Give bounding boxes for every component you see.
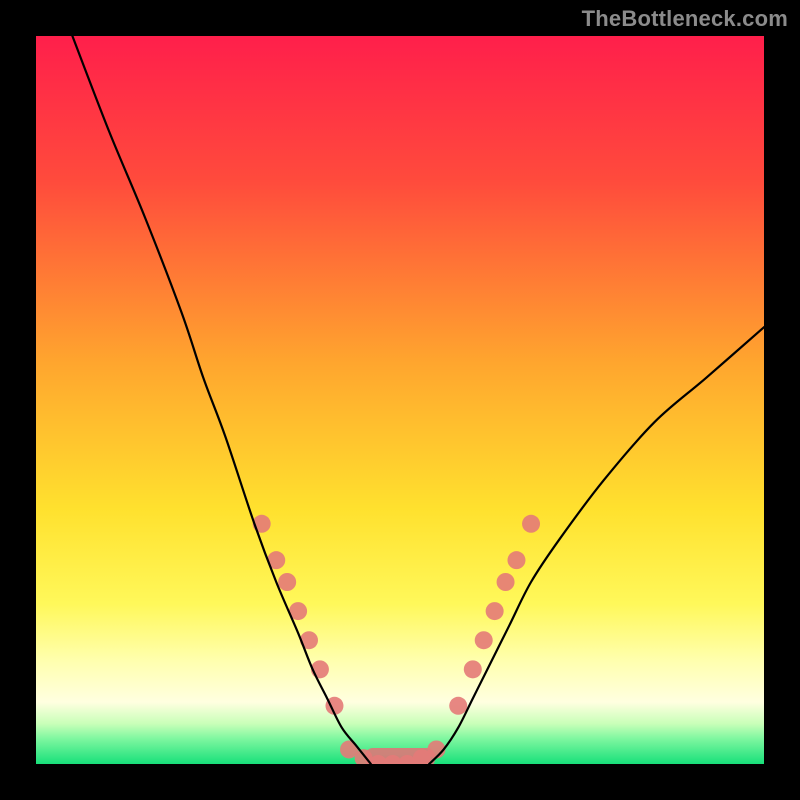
chart-svg bbox=[36, 36, 764, 764]
marker-dot bbox=[486, 602, 504, 620]
marker-dot bbox=[475, 631, 493, 649]
marker-dot bbox=[278, 573, 296, 591]
watermark-text: TheBottleneck.com bbox=[582, 6, 788, 32]
marker-dot bbox=[449, 697, 467, 715]
marker-dot bbox=[522, 515, 540, 533]
marker-dot bbox=[464, 660, 482, 678]
marker-dot bbox=[497, 573, 515, 591]
chart-frame: TheBottleneck.com bbox=[0, 0, 800, 800]
plot-area bbox=[36, 36, 764, 764]
gradient-background bbox=[36, 36, 764, 764]
marker-dot bbox=[507, 551, 525, 569]
